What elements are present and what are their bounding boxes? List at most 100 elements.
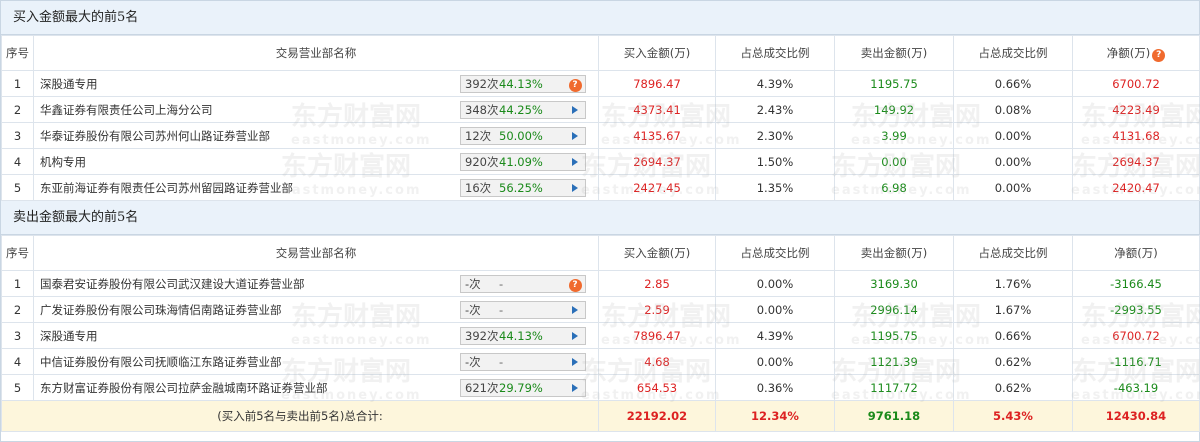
history-badge[interactable]: 392次 44.13% bbox=[460, 326, 586, 345]
net-amount: 2420.47 bbox=[1072, 174, 1200, 201]
sell-table: 序号 交易营业部名称 买入金额(万) 占总成交比例 卖出金额(万) 占总成交比例… bbox=[1, 235, 1200, 432]
buy-table-header: 序号 交易营业部名称 买入金额(万) 占总成交比例 卖出金额(万) 占总成交比例… bbox=[1, 35, 1200, 71]
buy-ratio: 0.00% bbox=[715, 348, 835, 375]
buy-ratio: 2.43% bbox=[715, 96, 835, 123]
win-rate: 29.79% bbox=[499, 380, 543, 395]
win-rate: 41.09% bbox=[499, 154, 543, 169]
col-buy-amount: 买入金额(万) bbox=[598, 235, 716, 271]
buy-amount: 4373.41 bbox=[598, 96, 716, 123]
buy-amount: 2.85 bbox=[598, 270, 716, 297]
total-buy: 22192.02 bbox=[598, 400, 716, 432]
row-index: 3 bbox=[1, 122, 34, 149]
table-row: 4 机构专用 920次 41.09% 2694.37 1.50% 0.00 0.00% 2694… bbox=[1, 148, 1200, 175]
branch-cell: 中信证券股份有限公司抚顺临江东路证券营业部 -次 - bbox=[33, 348, 599, 375]
win-rate: 44.13% bbox=[499, 328, 543, 343]
play-icon[interactable] bbox=[572, 383, 578, 392]
sell-ratio: 0.00% bbox=[953, 148, 1073, 175]
col-sell-amount: 卖出金额(万) bbox=[834, 235, 954, 271]
branch-cell: 东亚前海证券有限责任公司苏州留园路证券营业部 16次 56.25% bbox=[33, 174, 599, 201]
dragon-tiger-board: 买入金额最大的前5名 序号 交易营业部名称 买入金额(万) 占总成交比例 卖出金… bbox=[0, 0, 1200, 442]
history-badge[interactable]: 392次 44.13%? bbox=[460, 74, 586, 93]
total-buy-ratio: 12.34% bbox=[715, 400, 835, 432]
branch-name[interactable]: 东亚前海证券有限责任公司苏州留园路证券营业部 bbox=[40, 180, 460, 196]
net-amount: -2993.55 bbox=[1072, 296, 1200, 323]
col-net-amount: 净额(万)? bbox=[1072, 35, 1200, 71]
branch-name[interactable]: 华鑫证券有限责任公司上海分公司 bbox=[40, 102, 460, 118]
sell-ratio: 0.66% bbox=[953, 70, 1073, 97]
buy-amount: 2694.37 bbox=[598, 148, 716, 175]
history-badge[interactable]: 16次 56.25% bbox=[460, 178, 586, 197]
row-index: 2 bbox=[1, 296, 34, 323]
play-icon[interactable] bbox=[572, 357, 578, 366]
table-row: 3 华泰证券股份有限公司苏州何山路证券营业部 12次 50.00% 4135.67 2.3… bbox=[1, 122, 1200, 149]
branch-name[interactable]: 机构专用 bbox=[40, 154, 460, 170]
sell-amount: 6.98 bbox=[834, 174, 954, 201]
win-rate: - bbox=[499, 354, 504, 369]
history-badge[interactable]: -次 -? bbox=[460, 274, 586, 293]
col-sell-amount: 卖出金额(万) bbox=[834, 35, 954, 71]
buy-ratio: 0.00% bbox=[715, 296, 835, 323]
row-index: 2 bbox=[1, 96, 34, 123]
history-badge[interactable]: 920次 41.09% bbox=[460, 152, 586, 171]
branch-name[interactable]: 中信证券股份有限公司抚顺临江东路证券营业部 bbox=[40, 354, 460, 370]
table-row: 5 东亚前海证券有限责任公司苏州留园路证券营业部 16次 56.25% 2427.45 1… bbox=[1, 174, 1200, 201]
buy-ratio: 0.36% bbox=[715, 374, 835, 401]
col-index: 序号 bbox=[1, 235, 34, 271]
net-amount: 6700.72 bbox=[1072, 322, 1200, 349]
table-row: 1 国泰君安证券股份有限公司武汉建设大道证券营业部 -次 -? 2.85 0.00% 316… bbox=[1, 270, 1200, 297]
branch-cell: 国泰君安证券股份有限公司武汉建设大道证券营业部 -次 -? bbox=[33, 270, 599, 297]
net-amount: -463.19 bbox=[1072, 374, 1200, 401]
sell-ratio: 0.08% bbox=[953, 96, 1073, 123]
table-row: 4 中信证券股份有限公司抚顺临江东路证券营业部 -次 - 4.68 0.00% 1121.3… bbox=[1, 348, 1200, 375]
branch-name[interactable]: 东方财富证券股份有限公司拉萨金融城南环路证券营业部 bbox=[40, 380, 460, 396]
branch-name[interactable]: 华泰证券股份有限公司苏州何山路证券营业部 bbox=[40, 128, 460, 144]
col-branch-name: 交易营业部名称 bbox=[33, 235, 599, 271]
net-amount: -3166.45 bbox=[1072, 270, 1200, 297]
buy-ratio: 2.30% bbox=[715, 122, 835, 149]
sell-ratio: 0.62% bbox=[953, 374, 1073, 401]
play-icon[interactable] bbox=[572, 183, 578, 192]
help-icon[interactable]: ? bbox=[1152, 48, 1166, 62]
history-badge[interactable]: 12次 50.00% bbox=[460, 126, 586, 145]
sell-section-title: 卖出金额最大的前5名 bbox=[1, 201, 1199, 235]
play-icon[interactable] bbox=[572, 305, 578, 314]
play-icon[interactable] bbox=[572, 331, 578, 340]
sell-amount: 1195.75 bbox=[834, 70, 954, 97]
sell-ratio: 0.00% bbox=[953, 122, 1073, 149]
buy-amount: 2427.45 bbox=[598, 174, 716, 201]
net-amount: -1116.71 bbox=[1072, 348, 1200, 375]
buy-amount: 4135.67 bbox=[598, 122, 716, 149]
play-icon[interactable] bbox=[572, 131, 578, 140]
col-sell-ratio: 占总成交比例 bbox=[953, 35, 1073, 71]
branch-name[interactable]: 深股通专用 bbox=[40, 328, 460, 344]
history-badge[interactable]: -次 - bbox=[460, 300, 586, 319]
history-badge[interactable]: 621次 29.79% bbox=[460, 378, 586, 397]
sell-amount: 149.92 bbox=[834, 96, 954, 123]
total-net: 12430.84 bbox=[1072, 400, 1200, 432]
buy-ratio: 4.39% bbox=[715, 322, 835, 349]
play-icon[interactable] bbox=[572, 157, 578, 166]
sell-amount: 1121.39 bbox=[834, 348, 954, 375]
total-sell-ratio: 5.43% bbox=[953, 400, 1073, 432]
branch-name[interactable]: 国泰君安证券股份有限公司武汉建设大道证券营业部 bbox=[40, 276, 460, 292]
play-icon[interactable] bbox=[572, 105, 578, 114]
net-amount: 4223.49 bbox=[1072, 96, 1200, 123]
branch-name[interactable]: 广发证券股份有限公司珠海情侣南路证券营业部 bbox=[40, 302, 460, 318]
branch-name[interactable]: 深股通专用 bbox=[40, 76, 460, 92]
col-buy-ratio: 占总成交比例 bbox=[715, 35, 835, 71]
sell-ratio: 0.00% bbox=[953, 174, 1073, 201]
table-row: 5 东方财富证券股份有限公司拉萨金融城南环路证券营业部 621次 29.79% 654.… bbox=[1, 374, 1200, 401]
branch-cell: 深股通专用 392次 44.13%? bbox=[33, 70, 599, 97]
buy-amount: 4.68 bbox=[598, 348, 716, 375]
question-icon[interactable]: ? bbox=[568, 278, 582, 292]
sell-table-header: 序号 交易营业部名称 买入金额(万) 占总成交比例 卖出金额(万) 占总成交比例… bbox=[1, 235, 1200, 271]
row-index: 1 bbox=[1, 70, 34, 97]
sell-ratio: 1.67% bbox=[953, 296, 1073, 323]
branch-cell: 华鑫证券有限责任公司上海分公司 348次 44.25% bbox=[33, 96, 599, 123]
history-badge[interactable]: 348次 44.25% bbox=[460, 100, 586, 119]
appearance-count: 12次 bbox=[465, 128, 492, 143]
history-badge[interactable]: -次 - bbox=[460, 352, 586, 371]
appearance-count: 16次 bbox=[465, 180, 492, 195]
question-icon[interactable]: ? bbox=[568, 78, 582, 92]
row-index: 5 bbox=[1, 374, 34, 401]
